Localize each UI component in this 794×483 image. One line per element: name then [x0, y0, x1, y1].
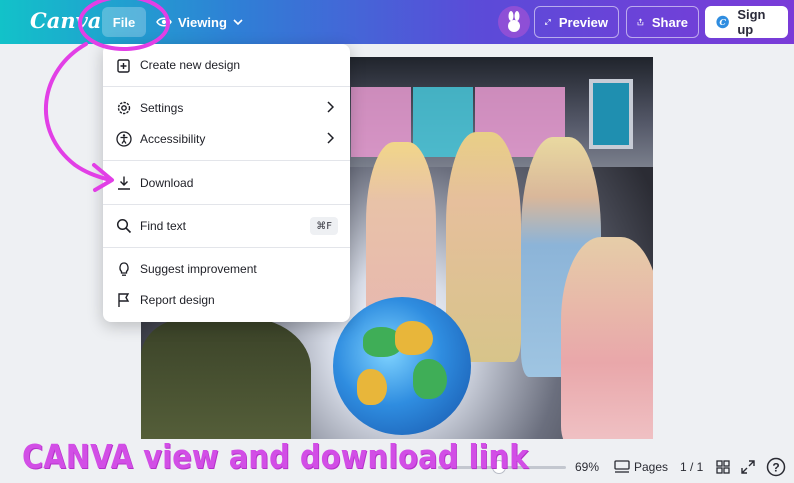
menu-item-download[interactable]: Download [103, 168, 350, 198]
chevron-right-icon [327, 132, 334, 144]
accessibility-icon [116, 131, 132, 147]
page-counter: 1 / 1 [680, 460, 704, 474]
preview-label: Preview [558, 14, 608, 30]
pages-button[interactable]: Pages [634, 460, 668, 474]
menu-item-label: Settings [140, 101, 184, 115]
add-page-icon [117, 59, 130, 73]
doll-figure [561, 237, 653, 439]
zoom-level[interactable]: 69% [575, 460, 599, 474]
menu-item-accessibility[interactable]: Accessibility [103, 124, 350, 154]
flag-icon [118, 293, 130, 307]
eye-icon [156, 17, 172, 27]
menu-item-settings[interactable]: Settings [103, 93, 350, 123]
lightbulb-icon [119, 262, 129, 276]
sign-up-label: Sign up [737, 7, 766, 37]
menu-item-label: Accessibility [140, 132, 206, 146]
menu-item-label: Suggest improvement [140, 262, 257, 276]
menu-item-label: Download [140, 176, 194, 190]
share-icon [637, 18, 644, 26]
menu-item-report-design[interactable]: Report design [103, 285, 350, 315]
doll-figure [141, 317, 311, 439]
canva-logo[interactable]: Canva [30, 8, 101, 33]
shortcut-badge: ⌘F [310, 217, 338, 235]
viewing-label: Viewing [178, 14, 227, 30]
download-icon [118, 176, 130, 190]
gear-icon [117, 101, 131, 115]
menu-item-create-new-design[interactable]: Create new design [103, 50, 350, 80]
chevron-down-icon [233, 19, 243, 26]
menu-divider [103, 247, 350, 248]
share-button[interactable]: Share [626, 6, 699, 38]
wall-screen [589, 79, 633, 149]
globe [333, 297, 471, 435]
share-label: Share [651, 14, 688, 30]
menu-item-suggest-improvement[interactable]: Suggest improvement [103, 254, 350, 284]
avatar[interactable] [498, 6, 530, 38]
search-icon [116, 218, 132, 234]
annotation-arrow [43, 42, 112, 182]
help-icon[interactable]: ? [766, 457, 786, 477]
help-glyph: ? [772, 461, 779, 475]
fullscreen-icon[interactable] [741, 460, 755, 474]
menu-item-label: Find text [140, 219, 187, 233]
canva-badge-icon: C [716, 15, 729, 29]
annotation-caption: CANVA view and download link [22, 437, 529, 476]
svg-text:C: C [719, 17, 726, 27]
viewing-mode-dropdown[interactable]: Viewing [156, 7, 243, 37]
pages-icon[interactable] [614, 460, 630, 474]
chevron-right-icon [327, 101, 334, 113]
top-bar: Canva File Viewing Preview Share C Sign … [0, 0, 794, 44]
menu-divider [103, 204, 350, 205]
grid-view-icon[interactable] [716, 460, 730, 474]
sign-up-button[interactable]: C Sign up [705, 6, 788, 38]
menu-item-label: Report design [140, 293, 215, 307]
expand-icon [545, 19, 551, 25]
file-menu-button[interactable]: File [102, 7, 146, 37]
avatar-rabbit-icon [508, 11, 520, 32]
menu-divider [103, 86, 350, 87]
file-dropdown-menu: Create new design Settings Accessibility… [103, 44, 350, 322]
preview-button[interactable]: Preview [534, 6, 619, 38]
menu-item-label: Create new design [140, 58, 241, 72]
menu-divider [103, 160, 350, 161]
menu-item-find-text[interactable]: Find text ⌘F [103, 211, 350, 241]
